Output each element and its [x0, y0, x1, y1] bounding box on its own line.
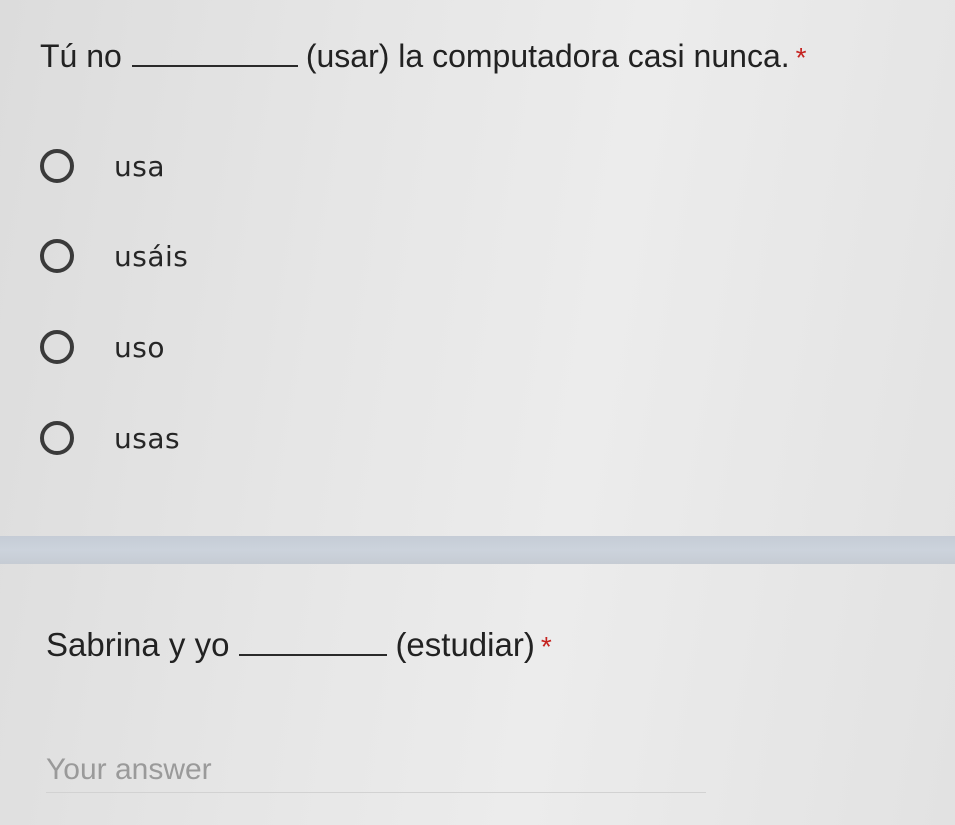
answer-input[interactable] — [46, 748, 706, 793]
question-prefix: Sabrina y yo — [46, 626, 230, 663]
radio-button-icon[interactable] — [40, 149, 74, 183]
radio-button-icon[interactable] — [40, 330, 74, 364]
question-prefix: Tú no — [40, 38, 122, 74]
option-usais[interactable]: usáis — [40, 232, 188, 280]
option-uso[interactable]: uso — [40, 323, 165, 371]
required-asterisk: * — [540, 631, 552, 662]
option-usa[interactable]: usa — [40, 142, 165, 190]
question-card-1: Tú no (usar) la computadora casi nunca. * … — [0, 0, 955, 536]
option-usas[interactable]: usas — [40, 414, 180, 462]
question-title-2: Sabrina y yo (estudiar) * — [46, 625, 552, 667]
blank-line — [131, 63, 298, 67]
section-divider — [0, 536, 955, 564]
option-label: usa — [114, 149, 165, 183]
blank-line — [239, 652, 388, 656]
radio-button-icon[interactable] — [40, 421, 74, 455]
question-card-2: Sabrina y yo (estudiar) * — [0, 564, 955, 825]
option-label: usáis — [114, 239, 189, 273]
option-label: usas — [114, 421, 181, 455]
question-suffix: (estudiar) — [395, 626, 535, 663]
option-label: uso — [114, 330, 165, 364]
radio-button-icon[interactable] — [40, 239, 74, 273]
question-suffix: (usar) la computadora casi nunca. — [305, 38, 790, 74]
question-title-1: Tú no (usar) la computadora casi nunca. * — [40, 36, 807, 78]
required-asterisk: * — [795, 42, 807, 73]
